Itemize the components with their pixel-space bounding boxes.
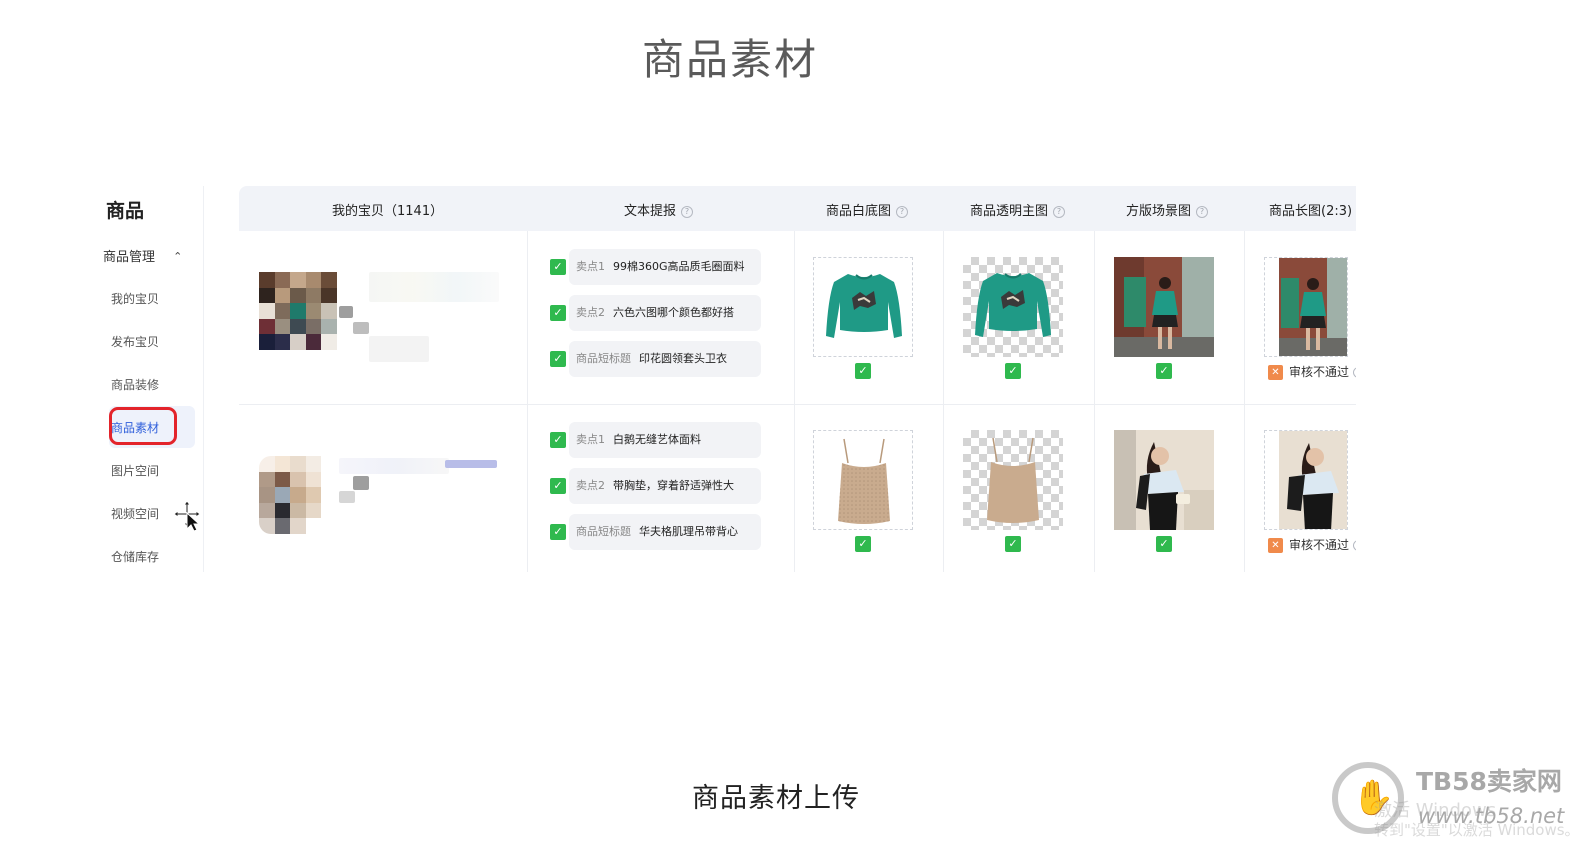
approved-check-icon: ✓ xyxy=(855,363,871,379)
materials-table: 我的宝贝（1141） 文本提报? 商品白底图? 商品透明主图? 方版场景图? 商… xyxy=(239,186,1356,572)
product-thumbnail-pixelated[interactable] xyxy=(259,456,337,534)
tag-value: 六色六图哪个颜色都好搭 xyxy=(613,306,734,319)
check-icon[interactable]: ✓ xyxy=(550,259,566,275)
check-icon[interactable]: ✓ xyxy=(550,432,566,448)
rejected-status: ✕ 审核不通过 xyxy=(1268,363,1356,380)
blurred-text xyxy=(445,460,497,468)
chevron-up-icon: ⌃ xyxy=(173,250,183,263)
col-my-items: 我的宝贝（1141） xyxy=(332,204,444,219)
tag-value: 华夫格肌理吊带背心 xyxy=(639,525,738,538)
transparent-main-image[interactable] xyxy=(963,257,1063,357)
tag-key: 卖点1 xyxy=(576,260,605,273)
selling-point: 卖点1 白鹅无缝艺体面料 xyxy=(569,422,761,458)
reject-label: 审核不通过 xyxy=(1289,538,1350,552)
rejected-status: ✕ 审核不通过 xyxy=(1268,536,1356,553)
tag-key: 卖点2 xyxy=(576,306,605,319)
approved-check-icon: ✓ xyxy=(1156,536,1172,552)
camisole-image xyxy=(838,438,890,524)
sidebar-item-video-space[interactable]: 视频空间 xyxy=(111,505,159,522)
slide-title: 商品素材 xyxy=(641,35,818,84)
square-scene-image[interactable] xyxy=(1114,430,1214,530)
check-icon[interactable]: ✓ xyxy=(550,478,566,494)
col-label: 文本提报 xyxy=(624,204,677,219)
sidebar-item-inventory[interactable]: 仓储库存 xyxy=(111,548,159,565)
reject-x-icon: ✕ xyxy=(1268,538,1283,553)
approved-check-icon: ✓ xyxy=(855,536,871,552)
highlight-annotation xyxy=(109,407,177,445)
model-street-photo xyxy=(1279,258,1347,356)
long-image[interactable] xyxy=(1264,430,1348,530)
tag-key: 卖点1 xyxy=(576,433,605,446)
tag-key: 商品短标题 xyxy=(576,525,631,538)
col-long-image: 商品长图(2:3) xyxy=(1269,204,1353,219)
table-header: 我的宝贝（1141） 文本提报? 商品白底图? 商品透明主图? 方版场景图? 商… xyxy=(239,186,1356,231)
approved-check-icon: ✓ xyxy=(1005,536,1021,552)
white-bg-image[interactable] xyxy=(813,257,913,357)
reject-x-icon: ✕ xyxy=(1268,365,1283,380)
approved-check-icon: ✓ xyxy=(1156,363,1172,379)
blurred-text xyxy=(339,458,449,474)
blurred-text xyxy=(339,306,353,318)
move-cursor-icon xyxy=(173,500,201,531)
help-icon[interactable]: ? xyxy=(1053,206,1066,218)
check-icon[interactable]: ✓ xyxy=(550,524,566,540)
blurred-text xyxy=(353,322,369,334)
col-text-submission: 文本提报? xyxy=(624,200,694,219)
model-street-photo xyxy=(1114,257,1214,357)
blurred-text xyxy=(369,272,499,302)
sidebar-item-decoration[interactable]: 商品装修 xyxy=(111,376,159,393)
tag-value: 印花圆领套头卫衣 xyxy=(639,352,727,365)
blurred-text xyxy=(353,476,369,490)
sweatshirt-image xyxy=(826,274,902,338)
sidebar-item-my-items[interactable]: 我的宝贝 xyxy=(111,290,159,307)
help-icon[interactable] xyxy=(1353,540,1356,551)
sweatshirt-image xyxy=(975,273,1051,337)
sidebar-item-image-space[interactable]: 图片空间 xyxy=(111,462,159,479)
blurred-text xyxy=(369,336,429,362)
col-label: 商品透明主图 xyxy=(970,204,1049,219)
short-title: 商品短标题 印花圆领套头卫衣 xyxy=(569,341,761,377)
selling-point: 卖点1 99棉360G高品质毛圈面料 xyxy=(569,249,761,285)
col-square-scene-image: 方版场景图? xyxy=(1126,200,1209,219)
sidebar-title: 商品 xyxy=(106,200,145,222)
sidebar-group-label: 商品管理 xyxy=(103,250,156,265)
square-scene-image[interactable] xyxy=(1114,257,1214,357)
sidebar-item-publish[interactable]: 发布宝贝 xyxy=(111,333,159,350)
reject-label: 审核不通过 xyxy=(1289,365,1350,379)
approved-check-icon: ✓ xyxy=(1005,363,1021,379)
long-image[interactable] xyxy=(1264,257,1348,357)
slide-caption: 商品素材上传 xyxy=(692,783,860,814)
watermark-brand: TB58卖家网 xyxy=(1416,767,1562,796)
model-indoor-photo xyxy=(1114,430,1214,530)
help-icon[interactable]: ? xyxy=(1196,206,1209,218)
tag-value: 白鹅无缝艺体面料 xyxy=(613,433,701,446)
sidebar-group-product-management[interactable]: 商品管理 ⌃ xyxy=(103,246,182,265)
check-icon[interactable]: ✓ xyxy=(550,305,566,321)
tag-value: 99棉360G高品质毛圈面料 xyxy=(613,260,745,273)
model-indoor-photo xyxy=(1279,431,1347,529)
blurred-text xyxy=(339,491,355,503)
check-icon[interactable]: ✓ xyxy=(550,351,566,367)
windows-activation-line2: 转到"设置"以激活 Windows。 xyxy=(1374,821,1576,839)
help-icon[interactable]: ? xyxy=(681,206,694,218)
tag-key: 商品短标题 xyxy=(576,352,631,365)
watermark: ✋ TB58卖家网 激活 Windows www.tb58.net 转到"设置"… xyxy=(1330,756,1576,841)
col-white-bg-image: 商品白底图? xyxy=(826,200,909,219)
help-icon[interactable] xyxy=(1353,367,1356,378)
help-icon[interactable]: ? xyxy=(896,206,909,218)
product-thumbnail-pixelated[interactable] xyxy=(259,272,337,350)
col-transparent-main-image: 商品透明主图? xyxy=(970,200,1066,219)
tag-key: 卖点2 xyxy=(576,479,605,492)
col-label: 商品白底图 xyxy=(826,204,892,219)
selling-point: 卖点2 六色六图哪个颜色都好搭 xyxy=(569,295,761,331)
white-bg-image[interactable] xyxy=(813,430,913,530)
transparent-main-image[interactable] xyxy=(963,430,1063,530)
selling-point: 卖点2 带胸垫，穿着舒适弹性大 xyxy=(569,468,761,504)
tag-value: 带胸垫，穿着舒适弹性大 xyxy=(613,479,734,492)
short-title: 商品短标题 华夫格肌理吊带背心 xyxy=(569,514,761,550)
col-label: 方版场景图 xyxy=(1126,204,1192,219)
camisole-image xyxy=(987,437,1039,523)
